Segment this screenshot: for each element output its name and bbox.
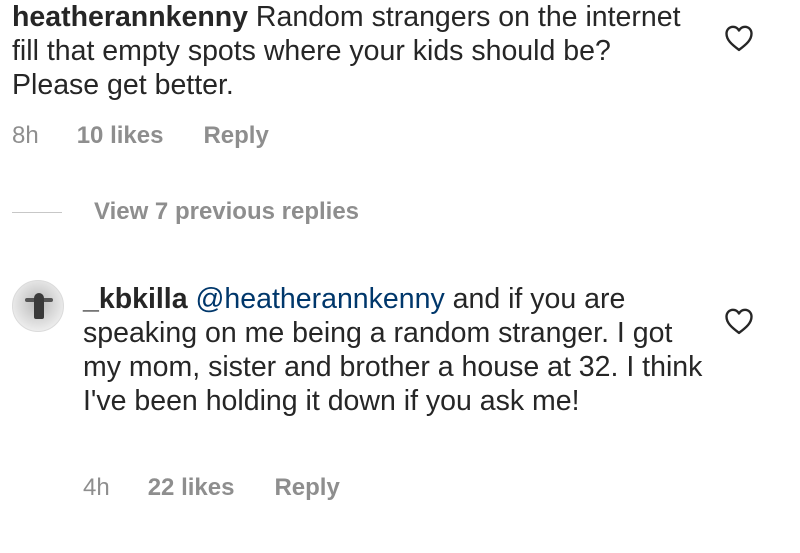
comment-likes-count[interactable]: 10 likes bbox=[77, 122, 164, 150]
comment-timestamp[interactable]: 4h bbox=[83, 474, 110, 502]
view-replies-label: View 7 previous replies bbox=[94, 198, 360, 225]
heart-icon[interactable] bbox=[724, 307, 754, 335]
comment-timestamp[interactable]: 8h bbox=[12, 122, 39, 150]
reply-button[interactable]: Reply bbox=[274, 474, 339, 502]
comment-meta: 8h 10 likes Reply bbox=[12, 122, 269, 150]
comment-username[interactable]: heatherannkenny bbox=[12, 1, 248, 33]
comment-body: _kbkilla @heatherannkenny and if you are… bbox=[83, 282, 703, 418]
comment: _kbkilla @heatherannkenny and if you are… bbox=[83, 282, 703, 501]
comment-likes-count[interactable]: 22 likes bbox=[148, 474, 235, 502]
comment-body: heatherannkenny Random strangers on the … bbox=[12, 0, 692, 102]
comment: heatherannkenny Random strangers on the … bbox=[12, 0, 692, 149]
heart-icon[interactable] bbox=[724, 24, 754, 52]
view-previous-replies-button[interactable]: View 7 previous replies bbox=[12, 198, 359, 226]
comment-username[interactable]: _kbkilla bbox=[83, 283, 188, 315]
avatar[interactable] bbox=[12, 280, 64, 332]
comment-meta: 4h 22 likes Reply bbox=[83, 474, 340, 502]
mention-link[interactable]: @heatherannkenny bbox=[196, 283, 445, 315]
reply-button[interactable]: Reply bbox=[203, 122, 268, 150]
divider-line bbox=[12, 211, 62, 213]
